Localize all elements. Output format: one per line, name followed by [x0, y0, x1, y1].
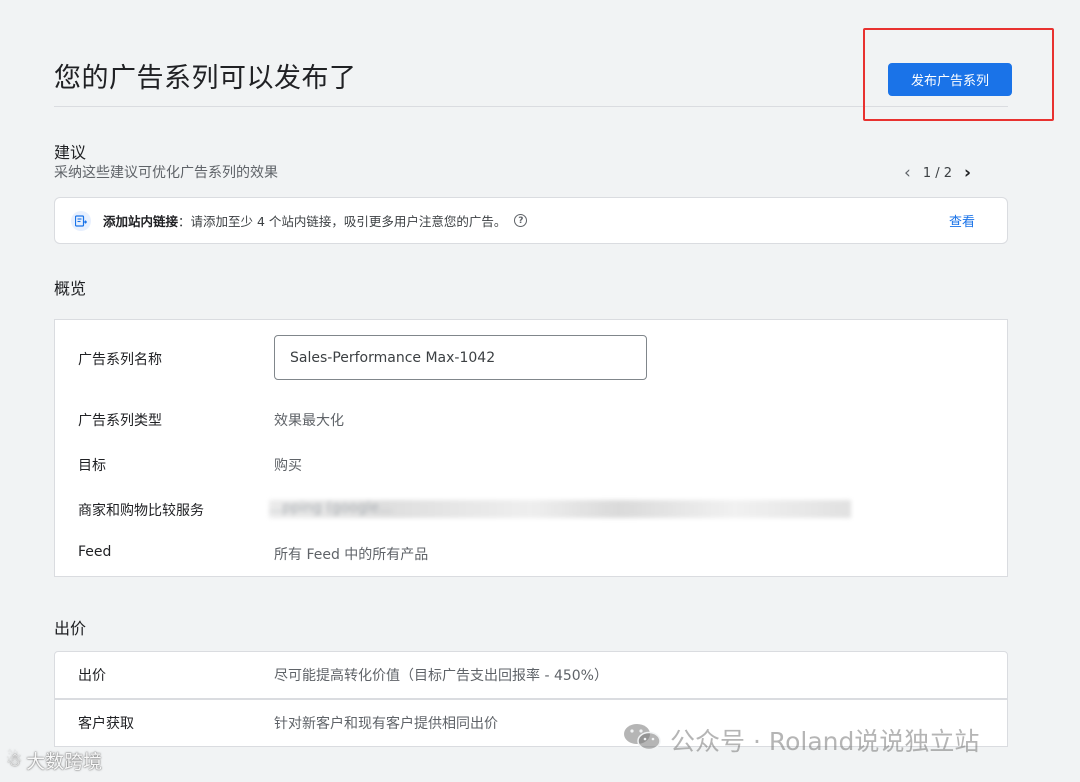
campaign-type-label: 广告系列类型: [78, 413, 162, 429]
suggestion-body: ：请添加至少 4 个站内链接，吸引更多用户注意您的广告。: [178, 214, 507, 229]
watermark-brand: ☃ 大数跨境: [6, 747, 102, 774]
customer-acquisition-row[interactable]: 客户获取 针对新客户和现有客户提供相同出价: [54, 699, 1008, 747]
publish-campaign-button[interactable]: 发布广告系列: [888, 63, 1012, 96]
customer-acquisition-label: 客户获取: [78, 716, 134, 732]
title-divider: [54, 106, 1008, 107]
bidding-value: 尽可能提高转化价值（目标广告支出回报率 - 450%）: [274, 668, 608, 684]
overview-card: 广告系列名称 广告系列类型 效果最大化 目标 购买 商家和购物比较服务 ...p…: [54, 319, 1008, 577]
bidding-row[interactable]: 出价 尽可能提高转化价值（目标广告支出回报率 - 450%）: [54, 651, 1008, 699]
suggestion-text: 添加站内链接：请添加至少 4 个站内链接，吸引更多用户注意您的广告。: [103, 211, 506, 230]
suggestions-heading: 建议: [54, 143, 87, 162]
goal-value: 购买: [274, 458, 302, 474]
feed-value: 所有 Feed 中的所有产品: [274, 547, 429, 563]
sitelink-icon: [71, 210, 91, 231]
page-title: 您的广告系列可以发布了: [54, 63, 357, 94]
suggestions-subtitle: 采纳这些建议可优化广告系列的效果: [54, 165, 278, 181]
customer-acquisition-value: 针对新客户和现有客户提供相同出价: [274, 716, 498, 732]
bidding-label: 出价: [78, 668, 106, 684]
view-suggestion-link[interactable]: 查看: [949, 211, 975, 230]
bidding-heading: 出价: [54, 619, 87, 638]
suggestion-title: 添加站内链接: [103, 214, 179, 229]
brand-logo-icon: ☃: [6, 750, 23, 771]
overview-heading: 概览: [54, 279, 87, 298]
chevron-left-icon[interactable]: ‹: [904, 164, 911, 182]
merchant-value-redacted: ...pping (google...: [269, 500, 851, 518]
chevron-right-icon[interactable]: ›: [964, 164, 971, 182]
feed-label: Feed: [78, 544, 112, 560]
pager-count: 1 / 2: [922, 165, 952, 181]
suggestion-card: 添加站内链接：请添加至少 4 个站内链接，吸引更多用户注意您的广告。 ? 查看: [54, 197, 1008, 244]
suggestions-pager: ‹ 1 / 2 ›: [904, 162, 971, 184]
merchant-label: 商家和购物比较服务: [78, 503, 204, 519]
help-icon[interactable]: ?: [514, 214, 528, 227]
goal-label: 目标: [78, 458, 106, 474]
watermark-left-text: 大数跨境: [26, 751, 103, 773]
campaign-type-value: 效果最大化: [274, 413, 344, 429]
campaign-name-label: 广告系列名称: [78, 352, 162, 368]
campaign-name-input[interactable]: [274, 335, 647, 380]
